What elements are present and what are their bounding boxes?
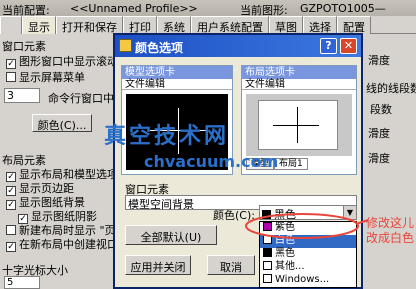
checkbox-unchecked-icon[interactable] bbox=[6, 72, 16, 82]
colors-button[interactable]: 颜色(C)... bbox=[32, 114, 92, 132]
watermark-url: chvacuum.com bbox=[144, 152, 279, 171]
color-option-black[interactable]: 黑色 bbox=[260, 248, 356, 261]
black-swatch-icon bbox=[263, 248, 272, 257]
tab-open-save[interactable]: 打开和保存 bbox=[56, 16, 123, 34]
tab-display[interactable]: 显示 bbox=[22, 16, 56, 34]
watermark-text: 真空技术网 bbox=[104, 124, 230, 149]
default-all-button[interactable]: 全部默认(U) bbox=[125, 225, 217, 245]
apply-close-button[interactable]: 应用并关闭 bbox=[125, 255, 191, 275]
app-icon bbox=[119, 39, 132, 52]
color-option-label: 黑色 bbox=[275, 248, 295, 259]
right-segments-label: 段数 bbox=[370, 103, 392, 116]
tab-blank[interactable] bbox=[0, 16, 22, 34]
dialog-title-bar[interactable]: 颜色选项 ? ✕ bbox=[115, 35, 361, 57]
layout-preview-tab: 文件编辑 bbox=[242, 79, 356, 90]
show-screen-menu-row[interactable]: 显示屏幕菜单 bbox=[6, 69, 85, 85]
help-button[interactable]: ? bbox=[320, 38, 337, 54]
tab-system[interactable]: 系统 bbox=[157, 16, 191, 34]
checkbox-unchecked-icon[interactable] bbox=[6, 225, 16, 235]
default-all-label: 全部默认 bbox=[140, 231, 185, 244]
show-screen-menu-label: 显示屏幕菜单 bbox=[19, 71, 85, 84]
right-smooth-label-3: 滑度 bbox=[368, 152, 390, 165]
show-scrollbars-row[interactable]: ✓ 图形窗口中显示滚动条 bbox=[6, 53, 129, 69]
tab-user-preferences[interactable]: 用户系统配置 bbox=[191, 16, 269, 34]
layout-crosshair-vertical bbox=[297, 107, 298, 143]
checkbox-checked-icon[interactable]: ✓ bbox=[6, 242, 16, 252]
right-linewidth-label: 线的线段数 bbox=[366, 82, 416, 95]
checkbox-checked-icon[interactable]: ✓ bbox=[6, 59, 16, 69]
tab-plot[interactable]: 打印 bbox=[123, 16, 157, 34]
tab-drafting[interactable]: 草图 bbox=[269, 16, 303, 34]
dialog-title: 颜色选项 bbox=[135, 41, 184, 55]
colors-button-shortcut: (C)... bbox=[59, 119, 87, 132]
cancel-button[interactable]: 取消 bbox=[207, 255, 255, 275]
layout-paper-sheet bbox=[258, 100, 338, 150]
layout-1-tab: 布局1 bbox=[274, 158, 308, 170]
color-option-windows[interactable]: Windows... bbox=[260, 274, 356, 287]
annotation-ellipse bbox=[245, 213, 369, 239]
model-preview-tab: 文件编辑 bbox=[122, 79, 232, 90]
colors-button-label: 颜色 bbox=[37, 119, 60, 132]
annotation-text: 修改这儿 改成白色 bbox=[366, 216, 415, 245]
color-option-label: 其他... bbox=[275, 261, 305, 272]
tab-profiles[interactable]: 配置 bbox=[337, 16, 371, 34]
layout-crosshair-horizontal bbox=[273, 125, 319, 126]
right-smooth-label-1: 滑度 bbox=[368, 54, 390, 67]
other-swatch-icon bbox=[263, 261, 272, 270]
create-viewport-row[interactable]: ✓ 在新布局中创建视口 bbox=[6, 236, 118, 252]
options-tabs: 显示 打开和保存 打印 系统 用户系统配置 草图 选择 配置 bbox=[0, 16, 416, 34]
cmd-lines-input[interactable]: 3 bbox=[4, 88, 40, 103]
layout-tab-header: 布局选项卡 bbox=[242, 66, 356, 79]
crosshair-size-input[interactable]: 5 bbox=[4, 276, 40, 289]
window-elements-header: 窗口元素 bbox=[2, 40, 46, 53]
checkbox-checked-icon[interactable]: ✓ bbox=[6, 200, 16, 210]
create-viewport-label: 在新布局中创建视口 bbox=[19, 238, 118, 251]
windows-swatch-icon bbox=[263, 274, 272, 283]
color-option-other[interactable]: 其他... bbox=[260, 261, 356, 274]
layout-paper-area bbox=[246, 94, 352, 156]
color-option-label: Windows... bbox=[275, 274, 330, 285]
tab-selection[interactable]: 选择 bbox=[303, 16, 337, 34]
color-label-text: 颜色 bbox=[213, 209, 235, 222]
default-all-shortcut: (U) bbox=[184, 231, 202, 244]
current-profile-value: <<Unnamed Profile>> bbox=[70, 2, 198, 15]
model-tab-header: 模型选项卡 bbox=[122, 66, 232, 79]
options-title-bar: 当前配置: <<Unnamed Profile>> 当前图形: GZPOTO10… bbox=[0, 0, 416, 28]
close-button[interactable]: ✕ bbox=[340, 38, 357, 54]
right-smooth-label-2: 滑度 bbox=[368, 127, 390, 140]
